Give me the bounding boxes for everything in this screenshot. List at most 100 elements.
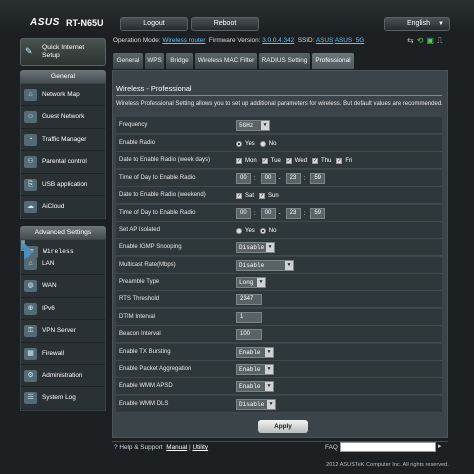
row-beacon-interval: Beacon Interval 100 xyxy=(116,326,442,343)
wan-status-icon[interactable]: ⟲ xyxy=(417,36,424,45)
sidebar-item-lan[interactable]: ⌂ LAN xyxy=(21,253,105,276)
weekend-start-minute-input[interactable]: 00 xyxy=(260,208,276,219)
manual-link[interactable]: Manual xyxy=(166,444,187,451)
reboot-button[interactable]: Reboot xyxy=(191,17,259,31)
row-igmp-snooping: Enable IGMP Snooping Disable ▼ xyxy=(116,239,442,256)
sidebar-item-ipv6[interactable]: ⊕ IPv6 xyxy=(21,298,105,321)
tab-professional[interactable]: Professional xyxy=(312,53,354,69)
firmware-link[interactable]: 3.0.0.4.342 xyxy=(262,37,294,44)
row-label: DTIM Interval xyxy=(119,314,156,320)
quick-internet-setup-button[interactable]: ✎ Quick Internet Setup xyxy=(20,38,106,66)
sidebar-item-parental-control[interactable]: ⚇ Parental control xyxy=(21,151,105,174)
sidebar-item-label: Parental control xyxy=(42,158,87,166)
row-multicast-rate: Multicast Rate(Mbps) Disable ▼ xyxy=(116,257,442,274)
tx-bursting-select[interactable]: Enable ▼ xyxy=(236,347,274,358)
ap-isolated-no-radio[interactable] xyxy=(259,227,266,234)
tab-radius-setting[interactable]: RADIUS Setting xyxy=(259,53,310,69)
sat-checkbox[interactable]: ✓ xyxy=(236,192,242,199)
apply-button[interactable]: Apply xyxy=(258,420,308,433)
preamble-type-select[interactable]: Long ▼ xyxy=(236,277,266,288)
aicloud-icon: ☁ xyxy=(24,200,37,213)
sidebar-item-network-map[interactable]: ⌂ Network Map xyxy=(21,84,105,107)
mon-checkbox[interactable]: ✓ xyxy=(236,157,242,164)
dtim-interval-input[interactable]: 1 xyxy=(236,312,262,323)
packet-aggregation-select[interactable]: Enable ▼ xyxy=(236,364,274,375)
separator: - xyxy=(278,210,281,217)
firewall-icon: ▦ xyxy=(24,347,37,360)
igmp-snooping-select[interactable]: Disable ▼ xyxy=(236,242,275,253)
week-end-hour-input[interactable]: 23 xyxy=(285,173,301,184)
sidebar-item-administration[interactable]: ⚙ Administration xyxy=(21,365,105,388)
utility-link[interactable]: Utility xyxy=(192,444,208,451)
weekend-end-hour-input[interactable]: 23 xyxy=(285,208,301,219)
advanced-section-header: Advanced Settings xyxy=(20,226,106,239)
sidebar-item-usb-application[interactable]: ⎘ USB application xyxy=(21,174,105,196)
ssid-5g-link[interactable]: ASUS_5G xyxy=(335,37,364,44)
packet-aggregation-value: Enable xyxy=(239,366,261,373)
wmm-dls-select[interactable]: Disable ▼ xyxy=(236,399,276,410)
sidebar-item-system-log[interactable]: ☰ System Log xyxy=(21,387,105,410)
usb-status-icon[interactable]: ▣ xyxy=(426,36,434,45)
sidebar-item-vpn-server[interactable]: ⚿ VPN Server xyxy=(21,320,105,343)
sidebar-item-wireless[interactable]: ≋ Wireless xyxy=(21,240,74,261)
fri-checkbox[interactable]: ✓ xyxy=(336,157,343,164)
tab-wps[interactable]: WPS xyxy=(145,53,164,69)
option-label: Wed xyxy=(294,157,308,164)
rts-threshold-input[interactable]: 2347 xyxy=(236,294,262,305)
sidebar-item-aicloud[interactable]: ☁ AiCloud xyxy=(21,196,105,219)
sidebar-item-wan[interactable]: ◍ WAN xyxy=(21,275,105,298)
multicast-rate-select[interactable]: Disable ▼ xyxy=(236,260,294,271)
row-tx-bursting: Enable TX Bursting Enable ▼ xyxy=(116,344,442,361)
ssid-24-link[interactable]: ASUS xyxy=(316,37,333,44)
enable-radio-no-radio[interactable] xyxy=(259,140,266,147)
sidebar-item-guest-network[interactable]: ☺ Guest Network xyxy=(21,106,105,129)
option-label: Fri xyxy=(345,157,353,164)
arrow-right-icon[interactable]: ▸ xyxy=(438,442,448,452)
tue-checkbox[interactable]: ✓ xyxy=(261,157,268,164)
sidebar-item-label: Traffic Manager xyxy=(42,135,87,143)
chevron-down-icon: ▼ xyxy=(261,121,269,130)
usb-status-icon-2[interactable]: ⎍ xyxy=(437,36,443,45)
sun-checkbox[interactable]: ✓ xyxy=(259,192,266,199)
row-label: Enable WMM DLS xyxy=(119,401,169,407)
sidebar-item-firewall[interactable]: ▦ Firewall xyxy=(21,343,105,365)
separator: : xyxy=(303,175,306,182)
wmm-apsd-select[interactable]: Enable ▼ xyxy=(236,381,274,392)
faq-search-input[interactable] xyxy=(340,442,436,452)
sidebar-item-traffic-manager[interactable]: ◔ Traffic Manager xyxy=(21,129,105,152)
ap-isolated-yes-radio[interactable] xyxy=(236,227,242,234)
weekend-end-minute-input[interactable]: 59 xyxy=(310,208,326,219)
sidebar-item-label: LAN xyxy=(42,260,55,267)
guest-network-icon: ☺ xyxy=(24,111,37,124)
title-divider xyxy=(116,95,442,96)
operation-mode-label: Operation Mode: xyxy=(113,37,161,44)
row-label: Enable Radio xyxy=(119,140,156,146)
week-start-minute-input[interactable]: 00 xyxy=(260,173,276,184)
wed-checkbox[interactable]: ✓ xyxy=(285,157,292,164)
week-end-minute-input[interactable]: 59 xyxy=(310,173,326,184)
weekend-start-hour-input[interactable]: 00 xyxy=(236,208,251,219)
igmp-value: Disable xyxy=(239,244,265,251)
operation-mode-link[interactable]: Wireless router xyxy=(162,37,205,44)
row-label: Multicast Rate(Mbps) xyxy=(119,262,176,268)
administration-icon: ⚙ xyxy=(24,369,37,382)
chevron-down-icon: ▼ xyxy=(267,400,275,409)
ipv6-icon: ⊕ xyxy=(24,302,37,315)
week-start-hour-input[interactable]: 00 xyxy=(236,173,251,184)
parental-control-icon: ⚇ xyxy=(24,156,37,169)
network-status-icon[interactable]: ⇆ xyxy=(407,36,414,45)
enable-radio-yes-radio[interactable] xyxy=(236,140,242,147)
beacon-interval-input[interactable]: 100 xyxy=(236,329,262,340)
tab-wireless-mac-filter[interactable]: Wireless MAC Filter xyxy=(195,53,257,69)
status-line: Operation Mode: Wireless router Firmware… xyxy=(113,37,364,44)
logout-button[interactable]: Logout xyxy=(120,17,188,31)
row-wmm-apsd: Enable WMM APSD Enable ▼ xyxy=(116,378,442,395)
tab-bridge[interactable]: Bridge xyxy=(166,53,193,69)
sidebar-item-label: System Log xyxy=(42,394,76,402)
lan-icon: ⌂ xyxy=(24,258,37,270)
tx-bursting-value: Enable xyxy=(239,349,261,356)
frequency-select[interactable]: 5GHz ▼ xyxy=(236,120,270,131)
tab-general[interactable]: General xyxy=(113,53,143,69)
thu-checkbox[interactable]: ✓ xyxy=(312,157,319,164)
language-select[interactable]: English ▼ xyxy=(384,17,450,31)
